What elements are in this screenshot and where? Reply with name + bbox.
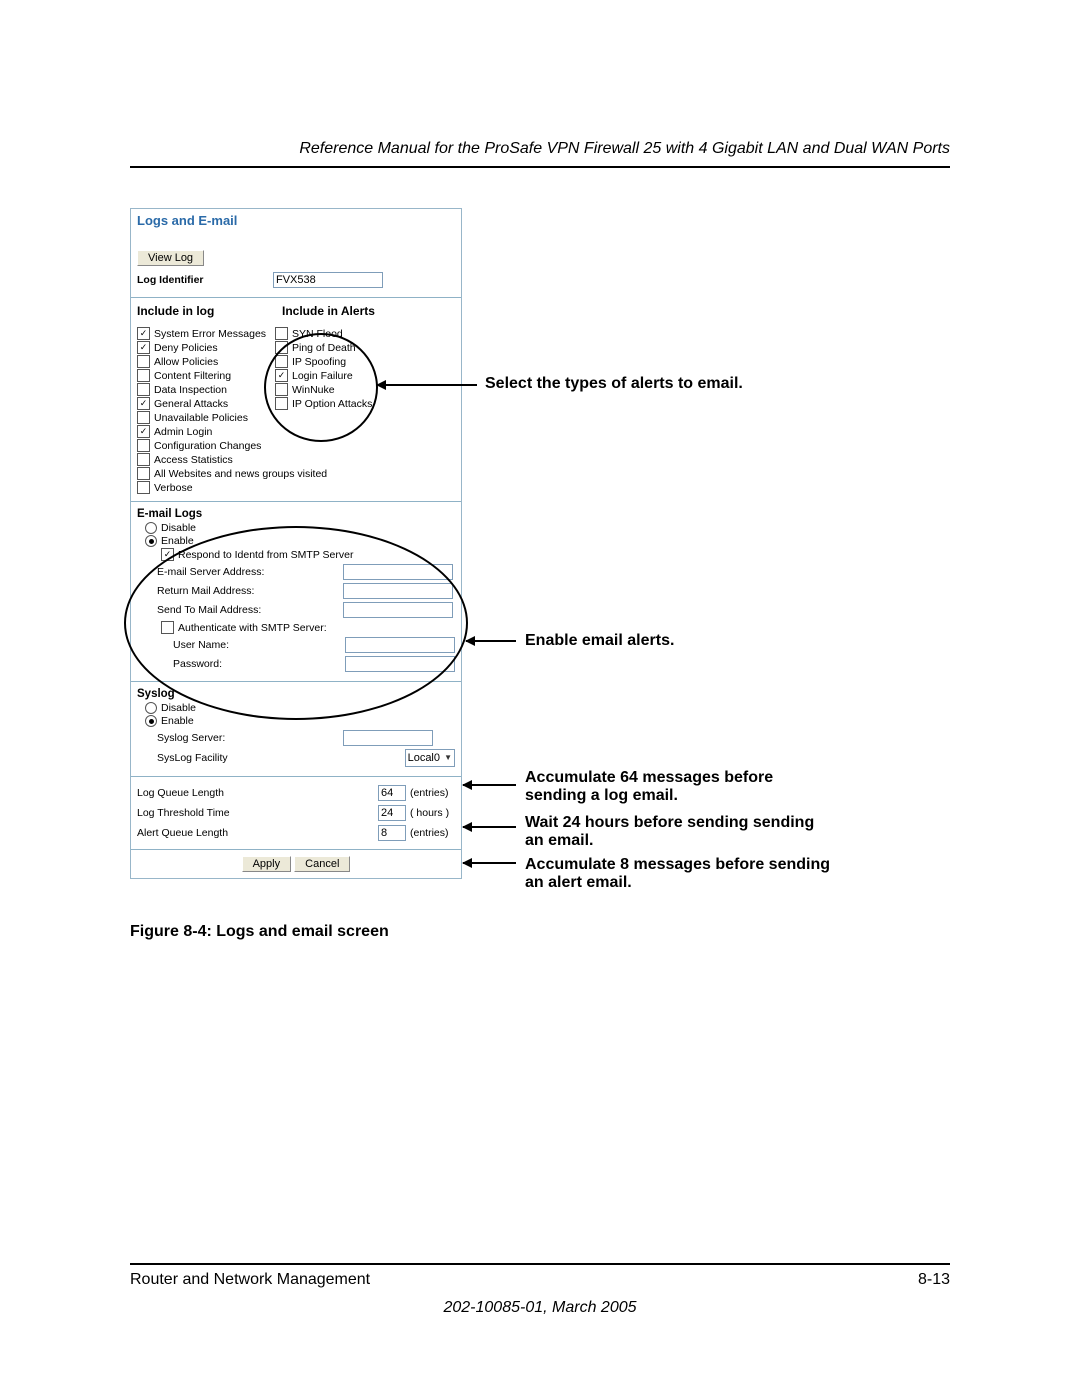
callout-text: Wait 24 hours before sending sending an … [525,814,835,850]
include-in-log-header: Include in log [137,304,262,318]
include-in-alerts-header: Include in Alerts [282,304,375,318]
log-identifier-label: Log Identifier [137,274,267,286]
apply-button[interactable]: Apply [242,856,292,872]
checkbox[interactable] [137,411,150,424]
figure-area: Logs and E-mail View Log Log Identifier … [130,208,950,928]
checkbox[interactable] [137,341,150,354]
arrow-icon [466,640,516,642]
callout-text: Accumulate 64 messages before sending a … [525,769,835,805]
alert-queue-label: Alert Queue Length [137,827,378,839]
log-checks-column: System Error Messages Deny Policies Allo… [137,326,265,495]
view-log-button[interactable]: View Log [137,250,204,266]
email-logs-header: E-mail Logs [137,508,455,520]
syslog-header: Syslog [137,688,455,700]
checkbox[interactable] [137,467,150,480]
log-identifier-input[interactable] [273,272,383,288]
callout-text: Enable email alerts. [525,632,674,650]
return-mail-input[interactable] [343,583,453,599]
arrow-icon [463,784,516,786]
checkbox[interactable] [137,369,150,382]
arrow-icon [377,384,477,386]
logs-email-panel: Logs and E-mail View Log Log Identifier … [130,208,462,879]
checkbox[interactable] [137,453,150,466]
footer-docnum: 202-10085-01, March 2005 [130,1299,950,1317]
checkbox[interactable] [275,397,288,410]
log-threshold-label: Log Threshold Time [137,807,378,819]
arrow-icon [463,862,516,864]
syslog-disable-radio[interactable] [145,702,157,714]
alert-queue-input[interactable] [378,825,406,841]
syslog-server-input[interactable] [343,730,433,746]
checkbox[interactable] [137,439,150,452]
footer-page-number: 8-13 [918,1271,950,1289]
email-server-input[interactable] [343,564,453,580]
log-threshold-input[interactable] [378,805,406,821]
panel-title: Logs and E-mail [131,209,461,230]
smtp-pass-input[interactable] [345,656,455,672]
checkbox[interactable] [275,369,288,382]
checkbox[interactable] [137,327,150,340]
cancel-button[interactable]: Cancel [294,856,350,872]
checkbox[interactable] [275,383,288,396]
manual-header: Reference Manual for the ProSafe VPN Fir… [130,140,950,168]
auth-smtp-checkbox[interactable] [161,621,174,634]
alert-checks-column: SYN Flood Ping of Death IP Spoofing Logi… [275,326,455,495]
arrow-icon [463,826,516,828]
footer-left: Router and Network Management [130,1271,370,1289]
smtp-user-input[interactable] [345,637,455,653]
figure-caption: Figure 8-4: Logs and email screen [130,923,389,941]
checkbox[interactable] [137,481,150,494]
callout-text: Accumulate 8 messages before sending an … [525,856,835,892]
checkbox[interactable] [137,397,150,410]
send-to-input[interactable] [343,602,453,618]
respond-identd-checkbox[interactable] [161,548,174,561]
callout-text: Select the types of alerts to email. [485,375,743,393]
checkbox[interactable] [275,355,288,368]
checkbox[interactable] [275,327,288,340]
log-queue-label: Log Queue Length [137,787,378,799]
log-queue-input[interactable] [378,785,406,801]
checkbox[interactable] [275,341,288,354]
checkbox[interactable] [137,425,150,438]
email-enable-radio[interactable] [145,535,157,547]
syslog-enable-radio[interactable] [145,715,157,727]
checkbox[interactable] [137,355,150,368]
email-disable-radio[interactable] [145,522,157,534]
checkbox[interactable] [137,383,150,396]
syslog-facility-select[interactable]: Local0 [405,749,455,767]
page-footer: Router and Network Management 8-13 [130,1263,950,1289]
